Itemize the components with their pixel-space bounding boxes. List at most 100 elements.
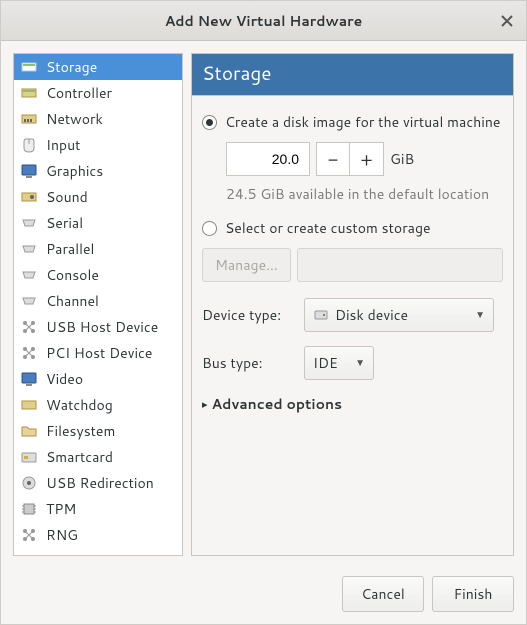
bus-type-label: Bus type: bbox=[202, 353, 294, 373]
sidebar-item-parallel[interactable]: Parallel bbox=[14, 236, 182, 262]
titlebar: Add New Virtual Hardware bbox=[1, 1, 526, 41]
sidebar-item-console[interactable]: Console bbox=[14, 262, 182, 288]
disk-icon bbox=[313, 307, 329, 323]
tpm-icon bbox=[20, 500, 38, 518]
disk-size-stepper: − + bbox=[316, 142, 384, 176]
panic-icon bbox=[20, 552, 38, 556]
sidebar-item-video[interactable]: Video bbox=[14, 366, 182, 392]
usb-redir-icon bbox=[20, 474, 38, 492]
sidebar-item-label: TPM bbox=[46, 499, 76, 519]
device-type-value: Disk device bbox=[335, 305, 408, 325]
cancel-button[interactable]: Cancel bbox=[342, 576, 424, 612]
sidebar-item-label: Smartcard bbox=[46, 447, 113, 467]
sidebar-item-usb-redirection[interactable]: USB Redirection bbox=[14, 470, 182, 496]
radio-create-disk-image[interactable]: Create a disk image for the virtual mach… bbox=[202, 112, 503, 132]
sidebar-item-storage[interactable]: Storage bbox=[14, 54, 182, 80]
sidebar-item-label: Parallel bbox=[46, 239, 94, 259]
disk-size-unit: GiB bbox=[390, 149, 414, 169]
custom-storage-path-input bbox=[297, 248, 503, 282]
sidebar-item-serial[interactable]: Serial bbox=[14, 210, 182, 236]
finish-button[interactable]: Finish bbox=[432, 576, 514, 612]
dialog-body: Storage Controller Network Input Graphic… bbox=[1, 41, 526, 568]
sidebar-item-network[interactable]: Network bbox=[14, 106, 182, 132]
window-title: Add New Virtual Hardware bbox=[165, 11, 363, 31]
advanced-options-label: Advanced options bbox=[212, 394, 343, 414]
sidebar-item-tpm[interactable]: TPM bbox=[14, 496, 182, 522]
radio-icon bbox=[202, 221, 217, 236]
sidebar-item-label: Sound bbox=[46, 187, 88, 207]
network-icon bbox=[20, 110, 38, 128]
add-hardware-window: Add New Virtual Hardware Storage Control… bbox=[0, 0, 527, 625]
disk-size-row: − + GiB bbox=[226, 142, 503, 176]
filesystem-icon bbox=[20, 422, 38, 440]
sidebar-item-label: Watchdog bbox=[46, 395, 113, 415]
sidebar-item-graphics[interactable]: Graphics bbox=[14, 158, 182, 184]
device-type-row: Device type: Disk device ▼ bbox=[202, 298, 503, 332]
sidebar-item-label: Video bbox=[46, 369, 83, 389]
storage-icon bbox=[20, 58, 38, 76]
smartcard-icon bbox=[20, 448, 38, 466]
sidebar-item-watchdog[interactable]: Watchdog bbox=[14, 392, 182, 418]
sidebar-item-label: RNG bbox=[46, 525, 78, 545]
sidebar-item-panic[interactable]: Panic Notifier bbox=[14, 548, 182, 556]
increment-button[interactable]: + bbox=[350, 142, 384, 176]
sidebar-item-label: Graphics bbox=[46, 161, 103, 181]
bus-type-row: Bus type: IDE ▼ bbox=[202, 346, 503, 380]
pci-host-icon bbox=[20, 344, 38, 362]
available-space-hint: 24.5 GiB available in the default locati… bbox=[226, 184, 503, 204]
serial-icon bbox=[20, 214, 38, 232]
radio-label: Create a disk image for the virtual mach… bbox=[225, 112, 500, 132]
sidebar-item-label: Console bbox=[46, 265, 99, 285]
sidebar-item-rng[interactable]: RNG bbox=[14, 522, 182, 548]
panel-body: Create a disk image for the virtual mach… bbox=[191, 95, 514, 556]
disk-size-input[interactable] bbox=[226, 142, 310, 176]
sidebar-item-filesystem[interactable]: Filesystem bbox=[14, 418, 182, 444]
device-type-label: Device type: bbox=[202, 305, 294, 325]
main-panel: Storage Create a disk image for the virt… bbox=[191, 53, 514, 556]
sidebar-item-label: Input bbox=[46, 135, 80, 155]
chevron-down-icon: ▼ bbox=[475, 308, 485, 322]
sidebar-item-label: Network bbox=[46, 109, 103, 129]
graphics-icon bbox=[20, 162, 38, 180]
sidebar-item-input[interactable]: Input bbox=[14, 132, 182, 158]
sidebar-item-label: Panic Notifier bbox=[46, 551, 135, 556]
controller-icon bbox=[20, 84, 38, 102]
sidebar-item-label: USB Host Device bbox=[46, 317, 158, 337]
sidebar-item-controller[interactable]: Controller bbox=[14, 80, 182, 106]
sidebar-item-usb-host[interactable]: USB Host Device bbox=[14, 314, 182, 340]
dialog-footer: Cancel Finish bbox=[1, 568, 526, 624]
sidebar-item-label: Serial bbox=[46, 213, 83, 233]
advanced-options-expander[interactable]: ▸ Advanced options bbox=[202, 394, 503, 414]
sidebar-item-pci-host[interactable]: PCI Host Device bbox=[14, 340, 182, 366]
channel-icon bbox=[20, 292, 38, 310]
sidebar-item-label: Storage bbox=[46, 57, 97, 77]
sidebar-item-label: PCI Host Device bbox=[46, 343, 152, 363]
panel-title: Storage bbox=[191, 53, 514, 95]
sound-icon bbox=[20, 188, 38, 206]
usb-host-icon bbox=[20, 318, 38, 336]
radio-label: Select or create custom storage bbox=[225, 218, 431, 238]
custom-storage-row: Manage... bbox=[202, 248, 503, 282]
sidebar-item-label: Controller bbox=[46, 83, 112, 103]
hardware-category-list: Storage Controller Network Input Graphic… bbox=[13, 53, 183, 556]
rng-icon bbox=[20, 526, 38, 544]
chevron-down-icon: ▼ bbox=[355, 356, 365, 370]
close-icon[interactable] bbox=[498, 12, 516, 30]
parallel-icon bbox=[20, 240, 38, 258]
radio-custom-storage[interactable]: Select or create custom storage bbox=[202, 218, 503, 238]
console-icon bbox=[20, 266, 38, 284]
manage-button: Manage... bbox=[202, 248, 291, 282]
radio-icon bbox=[202, 115, 217, 130]
watchdog-icon bbox=[20, 396, 38, 414]
decrement-button[interactable]: − bbox=[316, 142, 350, 176]
sidebar-item-channel[interactable]: Channel bbox=[14, 288, 182, 314]
sidebar-item-smartcard[interactable]: Smartcard bbox=[14, 444, 182, 470]
triangle-right-icon: ▸ bbox=[202, 396, 208, 412]
sidebar-item-sound[interactable]: Sound bbox=[14, 184, 182, 210]
sidebar-item-label: Channel bbox=[46, 291, 99, 311]
sidebar-item-label: Filesystem bbox=[46, 421, 115, 441]
bus-type-value: IDE bbox=[313, 353, 338, 373]
device-type-combo[interactable]: Disk device ▼ bbox=[304, 298, 494, 332]
bus-type-combo[interactable]: IDE ▼ bbox=[304, 346, 374, 380]
input-icon bbox=[20, 136, 38, 154]
